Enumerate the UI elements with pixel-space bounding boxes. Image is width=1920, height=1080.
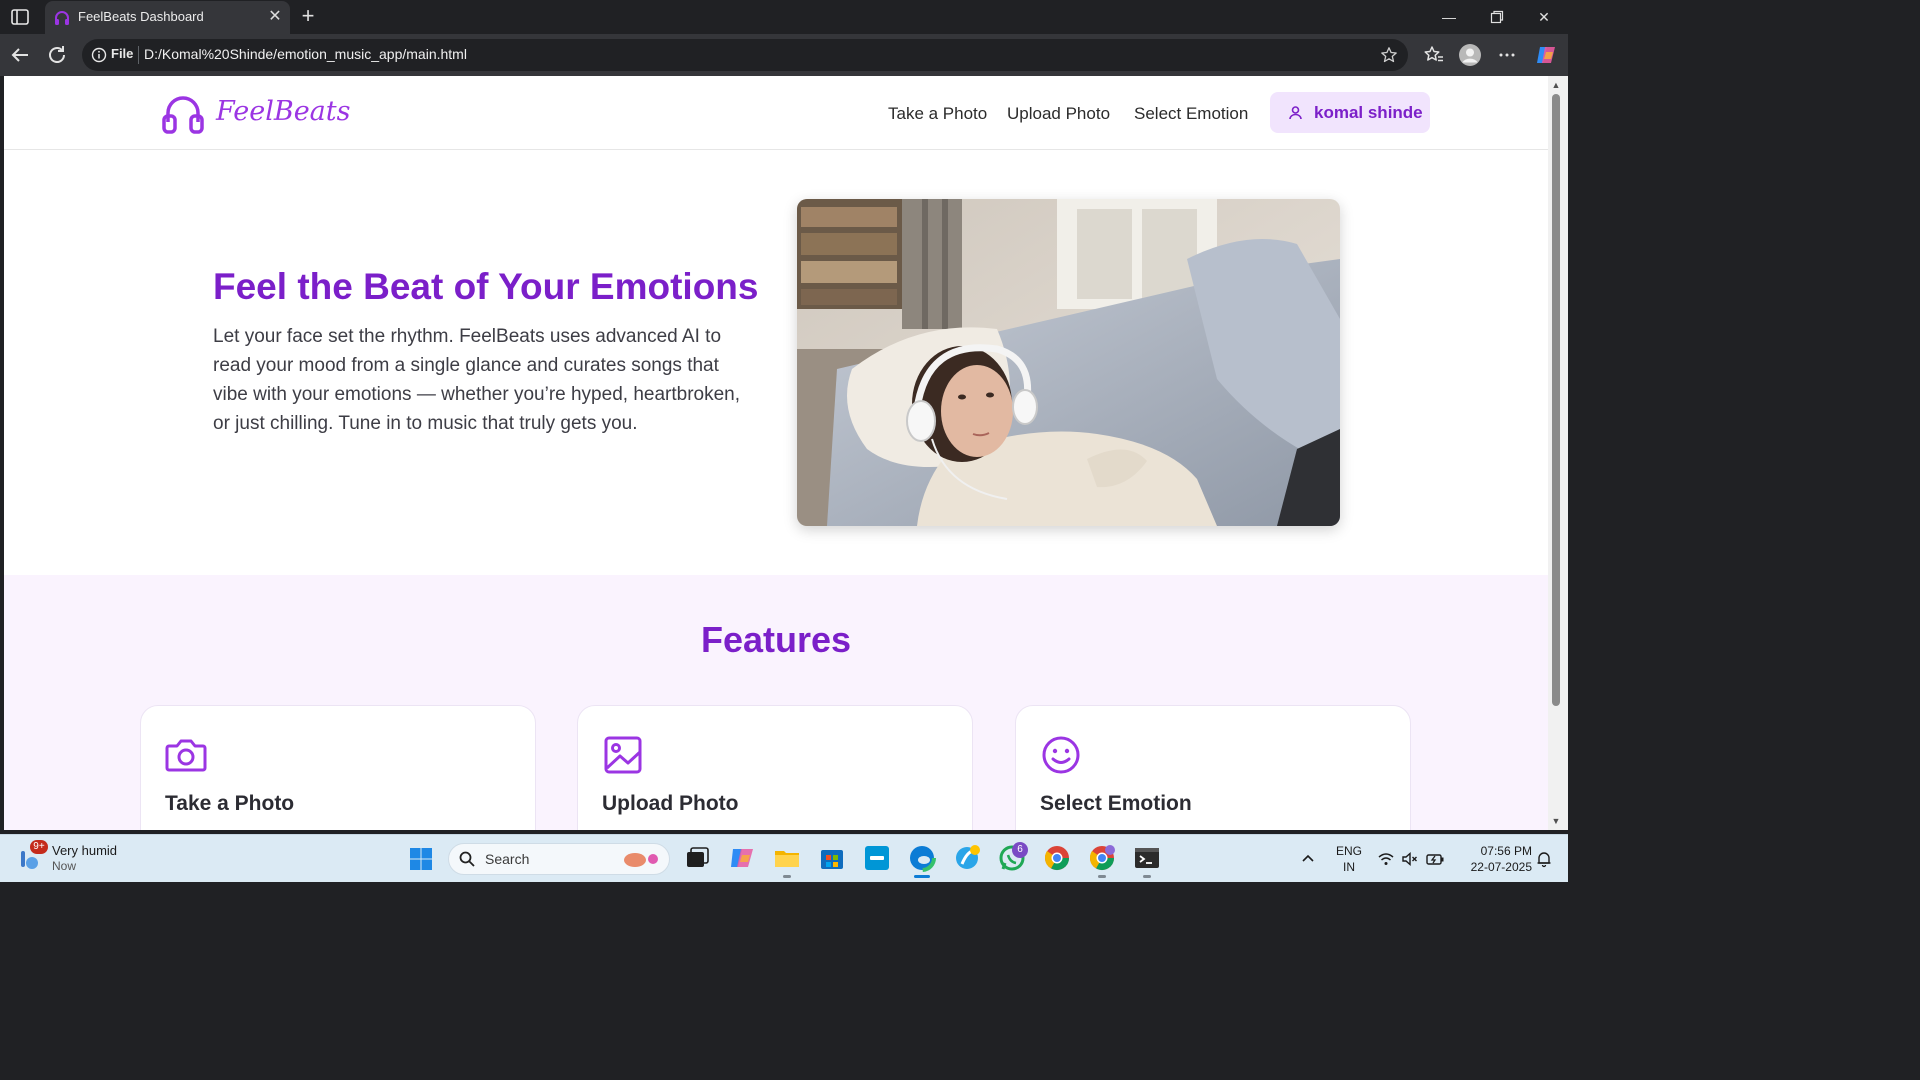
page-scrollbar[interactable]: ▲ ▼ [1548,76,1568,830]
show-hidden-icons-chevron-icon[interactable] [1299,850,1317,868]
restore-icon[interactable] [1482,6,1512,28]
taskbar-search-box[interactable]: Search [448,843,670,875]
file-explorer-icon[interactable] [773,844,801,872]
running-indicator [1143,875,1151,878]
clock[interactable]: 07:56 PM 22-07-2025 [1456,843,1532,875]
more-options-icon[interactable] [1495,43,1519,67]
feature-card-take-photo[interactable]: Take a Photo [140,705,536,830]
notification-bell-icon[interactable] [1535,850,1553,868]
notification-badge: 9+ [30,840,48,854]
tab-actions-icon[interactable] [10,8,30,26]
running-indicator [1098,875,1106,878]
address-url[interactable]: D:/Komal%20Shinde/emotion_music_app/main… [144,46,467,62]
clock-date: 22-07-2025 [1470,860,1532,874]
weather-subtitle: Now [52,859,77,873]
muted-speaker-icon[interactable] [1401,850,1419,868]
image-icon [600,732,646,778]
browser-tab-bar: FeelBeats Dashboard ✕ + — ✕ [0,0,1568,34]
feature-card-title: Select Emotion [1040,792,1192,815]
microsoft-store-icon[interactable] [818,844,846,872]
reload-icon[interactable] [45,43,69,67]
chrome-icon[interactable] [1043,844,1071,872]
favorite-star-icon[interactable] [1380,46,1398,64]
back-arrow-icon[interactable] [8,43,32,67]
user-profile-button[interactable]: komal shinde [1270,92,1430,133]
copilot-icon[interactable] [1534,43,1558,67]
profile-avatar-icon[interactable] [1458,43,1482,67]
close-window-icon[interactable]: ✕ [1529,6,1559,28]
scroll-up-arrow-icon[interactable]: ▲ [1551,80,1561,90]
nav-upload-photo[interactable]: Upload Photo [1007,104,1110,124]
clock-time: 07:56 PM [1480,844,1532,858]
language-indicator[interactable]: ENG IN [1332,843,1366,875]
browser-tab-active[interactable]: FeelBeats Dashboard ✕ [45,1,290,34]
tab-title: FeelBeats Dashboard [78,9,204,24]
browser-toolbar: File D:/Komal%20Shinde/emotion_music_app… [0,34,1568,76]
smiley-icon [1038,732,1084,778]
address-divider [138,46,139,64]
active-indicator [914,875,930,878]
info-icon[interactable] [91,47,107,63]
close-tab-icon[interactable]: ✕ [266,8,284,26]
edge-browser-icon[interactable] [908,844,936,872]
minimize-icon[interactable]: — [1434,6,1464,28]
search-highlight-icon [621,849,661,869]
nav-take-photo[interactable]: Take a Photo [888,104,987,124]
address-scheme-label: File [111,46,134,61]
copilot-app-icon[interactable] [728,844,756,872]
task-view-icon[interactable] [683,844,711,872]
weather-title[interactable]: Very humid [52,843,117,858]
chrome-profile-icon[interactable] [1088,844,1116,872]
feature-card-title: Upload Photo [602,792,739,815]
new-tab-plus-icon[interactable]: + [296,4,320,28]
user-name-label: komal shinde [1314,103,1423,122]
search-placeholder: Search [485,851,530,867]
user-icon [1288,105,1303,120]
feature-card-title: Take a Photo [165,792,295,815]
myhp-icon[interactable] [863,844,891,872]
feature-card-select-emotion[interactable]: Select Emotion [1015,705,1411,830]
address-bar[interactable]: File D:/Komal%20Shinde/emotion_music_app… [82,39,1408,71]
scrollbar-thumb[interactable] [1552,94,1560,706]
scroll-down-arrow-icon[interactable]: ▼ [1551,816,1561,826]
site-navbar: FeelBeats Take a Photo Upload Photo Sele… [4,76,1548,150]
favorites-icon[interactable] [1422,43,1446,67]
search-icon [459,851,475,867]
nav-select-emotion[interactable]: Select Emotion [1134,104,1248,124]
terminal-icon[interactable] [1133,844,1161,872]
features-title: Features [700,619,852,660]
running-indicator [783,875,791,878]
hero-title: Feel the Beat of Your Emotions [213,266,759,307]
whatsapp-badge: 6 [1012,842,1028,858]
page-viewport: FeelBeats Take a Photo Upload Photo Sele… [4,76,1548,830]
battery-charging-icon[interactable] [1426,850,1444,868]
windows-taskbar: 9+ Very humid Now Search 6 ENG IN 07:56 … [0,834,1568,882]
feature-card-upload-photo[interactable]: Upload Photo [577,705,973,830]
windows-start-icon[interactable] [409,847,433,871]
language-line-1: ENG [1335,844,1362,858]
weather-app-icon[interactable] [953,844,981,872]
headphones-logo-icon[interactable] [162,92,208,134]
features-section: Features Take a Photo Upload Photo Selec… [4,575,1548,830]
camera-icon [163,732,209,778]
hero-description: Let your face set the rhythm. FeelBeats … [213,326,740,434]
site-logo-text[interactable]: FeelBeats [216,96,350,127]
language-line-2: IN [1343,860,1355,874]
headphones-favicon-icon [53,9,71,27]
wifi-icon[interactable] [1377,850,1395,868]
hero-image [797,199,1340,526]
